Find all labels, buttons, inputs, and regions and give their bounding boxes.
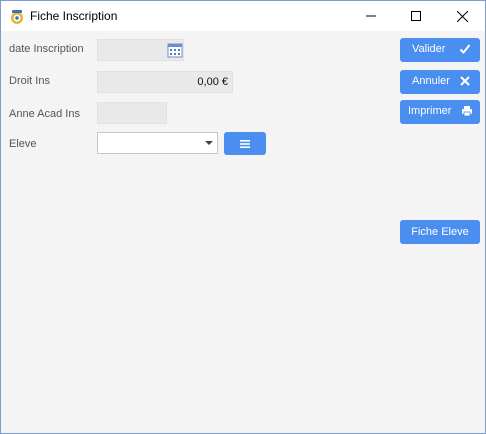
annuler-label: Annuler <box>412 75 450 87</box>
app-gear-icon <box>11 10 23 24</box>
close-button[interactable] <box>439 1 485 31</box>
anne-acad-ins-field[interactable] <box>97 102 167 124</box>
list-icon <box>240 139 250 148</box>
maximize-button[interactable] <box>393 1 439 31</box>
form-area: date Inscription Droit Ins 0,00 € Anne A… <box>1 31 485 433</box>
imprimer-button[interactable]: Imprimer <box>400 100 480 124</box>
maximize-icon <box>411 11 421 21</box>
valider-label: Valider <box>412 43 446 55</box>
droit-ins-label: Droit Ins <box>9 75 50 87</box>
app-window: Fiche Inscription date Inscription Droit… <box>0 0 486 434</box>
fiche-eleve-button[interactable]: Fiche Eleve <box>400 220 480 244</box>
check-icon <box>459 44 471 54</box>
fiche-eleve-label: Fiche Eleve <box>411 226 469 238</box>
printer-icon <box>462 106 472 117</box>
minimize-icon <box>366 15 376 17</box>
date-inscription-field[interactable] <box>97 39 184 61</box>
chevron-down-icon[interactable] <box>205 141 213 145</box>
eleve-list-button[interactable] <box>224 132 266 155</box>
imprimer-label: Imprimer <box>408 105 452 117</box>
minimize-button[interactable] <box>348 1 394 31</box>
calendar-icon[interactable] <box>167 42 183 58</box>
date-inscription-label: date Inscription <box>9 43 84 55</box>
eleve-select[interactable] <box>97 132 218 154</box>
droit-ins-field[interactable]: 0,00 € <box>97 71 233 93</box>
annuler-button[interactable]: Annuler <box>400 70 480 94</box>
valider-button[interactable]: Valider <box>400 38 480 62</box>
window-title: Fiche Inscription <box>30 9 118 23</box>
anne-acad-ins-label: Anne Acad Ins <box>9 108 80 120</box>
close-icon <box>456 10 468 22</box>
eleve-label: Eleve <box>9 138 37 150</box>
x-icon <box>460 76 470 86</box>
title-bar[interactable]: Fiche Inscription <box>1 1 485 31</box>
